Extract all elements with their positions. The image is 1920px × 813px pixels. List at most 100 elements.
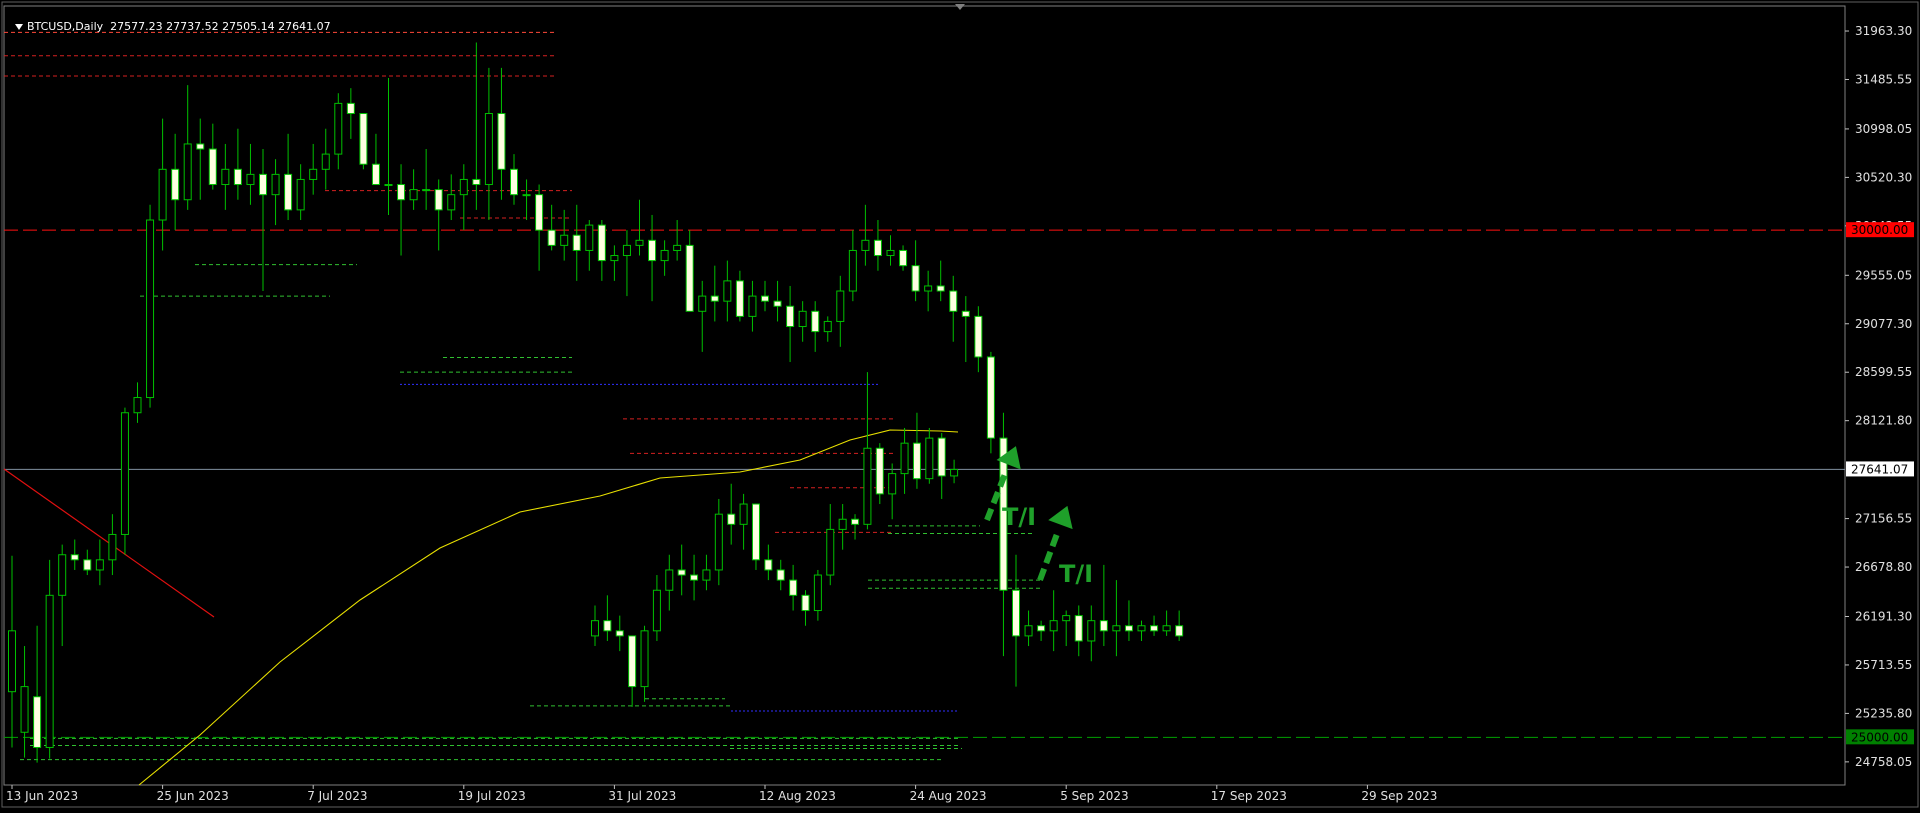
- bear-candle-body: [371, 163, 380, 186]
- candle: [628, 635, 637, 707]
- candles-group: [8, 42, 1184, 763]
- bull-candle-body: [384, 184, 393, 187]
- bull-candle-body: [560, 234, 569, 246]
- plot-frame: [3, 5, 1846, 786]
- bear-candle-body: [1012, 589, 1020, 637]
- bear-candle-body: [171, 168, 180, 201]
- candle: [271, 159, 280, 226]
- bear-candle-body: [912, 442, 921, 480]
- bull-candle-body: [888, 473, 897, 495]
- bear-candle-body: [937, 437, 946, 477]
- candle: [640, 625, 649, 702]
- bull-candle-body: [1087, 620, 1096, 642]
- chart-area[interactable]: T/I T/I 31963.30 31485.55 30998.05 30520.30 30…: [0, 0, 1920, 809]
- candle: [8, 555, 16, 748]
- bear-candle-body: [70, 554, 79, 561]
- bear-candle-body: [259, 173, 267, 196]
- candle: [811, 301, 820, 352]
- candle: [851, 514, 860, 540]
- candle: [591, 605, 599, 647]
- bear-candle-body: [1150, 625, 1159, 632]
- bull-candle-body: [665, 569, 674, 591]
- bull-candle-body: [813, 574, 822, 612]
- candle: [334, 93, 343, 170]
- candle: [1175, 610, 1184, 641]
- bear-candle-body: [1099, 620, 1108, 632]
- candle: [33, 625, 42, 763]
- candle: [677, 544, 686, 596]
- bear-candle-body: [284, 173, 293, 211]
- x-tick-label: 5 Sep 2023: [1060, 789, 1128, 803]
- bear-candle-body: [196, 143, 205, 150]
- candle: [397, 164, 406, 256]
- candle: [801, 590, 810, 626]
- candle: [497, 67, 506, 200]
- bull-candle-body: [652, 589, 661, 632]
- candle: [925, 427, 934, 484]
- price-tag-label: 30000.00: [1851, 223, 1908, 237]
- bull-candle-body: [58, 554, 67, 596]
- bear-candle-body: [547, 229, 556, 246]
- candle: [346, 88, 355, 139]
- bull-candle-body: [246, 173, 255, 186]
- candle: [120, 407, 129, 555]
- bull-candle-body: [836, 290, 845, 322]
- dropdown-triangle-icon[interactable]: [15, 24, 23, 30]
- candle: [1137, 620, 1146, 641]
- bull-candle-body: [158, 168, 167, 221]
- bear-candle-body: [761, 295, 769, 302]
- candle: [196, 118, 205, 200]
- bull-candle-body: [640, 630, 649, 688]
- candle: [522, 179, 531, 221]
- candle: [409, 169, 418, 210]
- candle: [309, 143, 318, 195]
- last-price-tag: 27641.07: [1846, 461, 1914, 477]
- candle: [875, 443, 884, 505]
- candle: [937, 433, 946, 499]
- bull-candle-body: [925, 437, 934, 480]
- up-arrow-icon: [1048, 505, 1073, 530]
- candle: [585, 220, 594, 271]
- candle: [798, 301, 807, 342]
- bear-candle-body: [764, 559, 773, 571]
- candle: [1062, 610, 1071, 647]
- bear-candle-body: [735, 280, 744, 317]
- candle: [739, 493, 748, 550]
- bull-candle-body: [447, 194, 456, 211]
- candle: [652, 575, 661, 641]
- candle: [748, 280, 757, 332]
- y-tick-label: 29555.05: [1855, 268, 1912, 282]
- bull-candle-body: [8, 630, 16, 693]
- bull-candle-body: [1062, 615, 1071, 622]
- candle: [714, 498, 723, 586]
- candle: [1124, 600, 1133, 641]
- bull-candle-body: [120, 412, 129, 535]
- candle: [685, 230, 694, 312]
- price-chart[interactable]: T/I T/I 31963.30 31485.55 30998.05 30520.30 30…: [0, 0, 1920, 809]
- bull-candle-body: [522, 194, 531, 197]
- candle: [665, 554, 674, 611]
- candle: [899, 245, 908, 271]
- bear-candle-body: [535, 194, 544, 231]
- x-axis: 13 Jun 2023 25 Jun 2023 7 Jul 2023 19 Jul 2…: [6, 785, 1437, 803]
- candle: [773, 280, 782, 322]
- candle: [727, 483, 736, 545]
- y-tick-label: 28599.55: [1855, 365, 1912, 379]
- candle: [950, 459, 959, 484]
- candle: [702, 554, 711, 591]
- bear-candle-body: [949, 290, 958, 312]
- arrow-shaft: [1037, 532, 1060, 582]
- bull-candle-body: [221, 168, 230, 186]
- bull-candle-body: [309, 168, 318, 180]
- candle: [836, 275, 845, 347]
- bear-candle-body: [1037, 625, 1046, 632]
- candle: [826, 504, 835, 586]
- x-tick-label: 13 Jun 2023: [6, 789, 78, 803]
- candle: [888, 463, 897, 520]
- bear-candle-body: [33, 696, 42, 748]
- bull-candle-body: [484, 113, 493, 186]
- bull-candle-body: [622, 244, 631, 257]
- candle: [95, 539, 104, 586]
- candle: [296, 164, 305, 221]
- bull-candle-body: [409, 189, 418, 201]
